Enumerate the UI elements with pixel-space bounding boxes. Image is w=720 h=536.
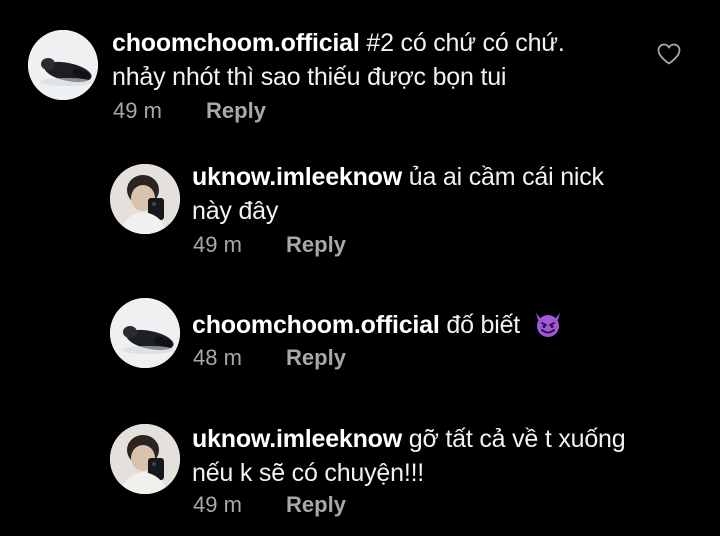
reply-button[interactable]: Reply [286,492,346,517]
comment-text: #2 có chứ có chứ. [366,29,565,57]
avatar-choomchoom[interactable] [110,298,180,368]
avatar-uknow[interactable] [110,424,180,494]
person-lying-avatar-image [110,298,180,368]
comment-timestamp: 49 m [113,98,162,123]
person-selfie-avatar-image [110,424,180,494]
comment-username[interactable]: choomchoom.official [192,311,440,339]
avatar-choomchoom[interactable] [28,30,98,100]
comment-username[interactable]: uknow.imleeknow [192,425,402,453]
comment-text: đố biết [446,311,521,339]
comment-timestamp: 49 m [193,492,242,517]
avatar-uknow[interactable] [110,164,180,234]
smiling-face-with-horns-emoji [535,313,560,337]
comment-text: ủa ai cầm cái nick [408,163,604,191]
comment-text-continued: nhảy nhót thì sao thiếu được bọn tui [112,63,507,91]
heart-icon[interactable] [656,42,682,66]
person-lying-avatar-image [28,30,98,100]
reply-button[interactable]: Reply [286,232,346,257]
comment-timestamp: 49 m [193,232,242,257]
person-selfie-avatar-image [110,164,180,234]
comment-username[interactable]: uknow.imleeknow [192,163,402,191]
comment-username[interactable]: choomchoom.official [112,29,360,57]
comment-text-continued: này đây [192,197,279,225]
reply-button[interactable]: Reply [206,98,266,123]
comment-text: gỡ tất cả về t xuống [408,425,626,453]
comment-text-continued: nếu k sẽ có chuyện!!! [192,459,425,487]
comment-timestamp: 48 m [193,345,242,370]
reply-button[interactable]: Reply [286,345,346,370]
